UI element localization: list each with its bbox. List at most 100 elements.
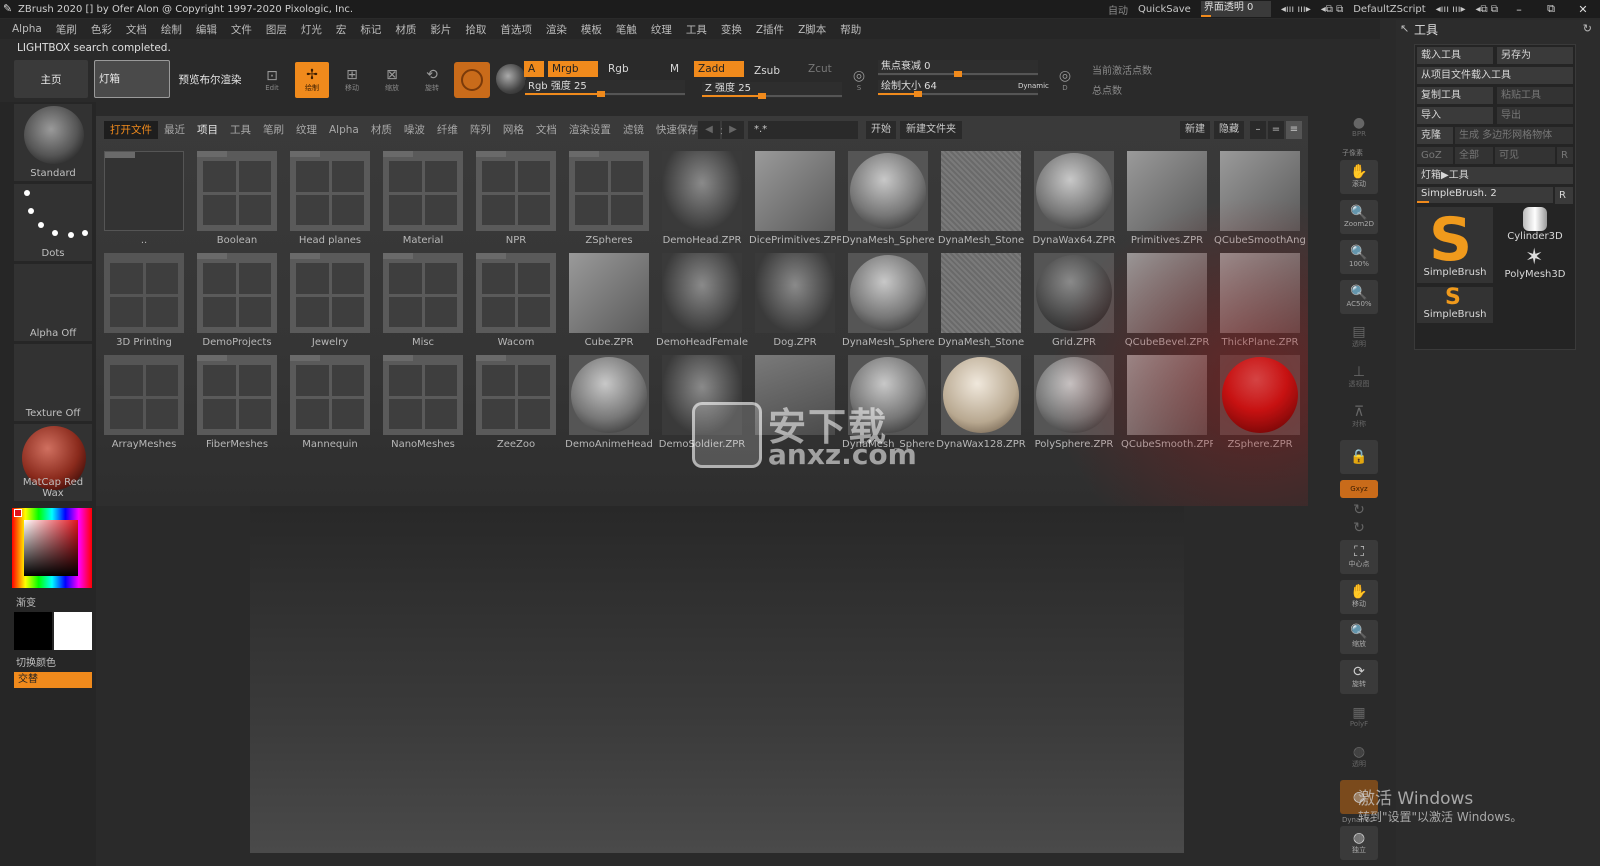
load-tool-button[interactable]: 载入工具 [1417,47,1493,64]
lightbox-item[interactable]: Misc [383,253,463,348]
export-button[interactable]: 导出 [1497,107,1573,124]
new-folder-button[interactable]: 新建文件夹 [900,121,962,139]
view-large-icon[interactable] [1304,121,1308,139]
lightbox-item[interactable]: PolySphere.ZPR [1034,355,1114,450]
document-canvas[interactable] [250,506,1184,853]
menu-item[interactable]: 笔刷 [56,22,77,37]
lightbox-tab[interactable]: Alpha [323,121,365,139]
view-small-icon[interactable]: – [1250,121,1266,139]
copy-tool-button[interactable]: 复制工具 [1417,87,1493,104]
switch-color-button[interactable]: 切换颜色 [16,654,56,669]
lightbox-tab[interactable]: 材质 [365,121,398,139]
lightbox-item[interactable]: Boolean [197,151,277,246]
lightbox-item[interactable]: DicePrimitives.ZPR [749,151,841,246]
menu-item[interactable]: 笔触 [616,22,637,37]
menu-item[interactable]: 标记 [360,22,381,37]
tool-slot-simplebrush-2[interactable]: S SimpleBrush [1417,285,1493,323]
bpr-preview-button[interactable]: 预览布尔渲染 [172,60,248,98]
lightbox-item[interactable]: FiberMeshes [197,355,277,450]
menu-item[interactable]: 文档 [126,22,147,37]
lightbox-tab[interactable]: 滤镜 [617,121,650,139]
lightbox-item[interactable]: DemoHeadFemale [656,253,748,348]
lightbox-tab[interactable]: 网格 [497,121,530,139]
lightbox-item[interactable]: 3D Printing [104,253,184,348]
symmetry-s-button[interactable]: ◎ S [844,62,874,98]
menu-item[interactable]: 变换 [721,22,742,37]
lightbox-item[interactable]: DemoHead.ZPR [662,151,742,246]
lightbox-item[interactable]: Cube.ZPR [569,253,649,348]
lightbox-item[interactable]: ZSpheres [569,151,649,246]
menu-item[interactable]: 首选项 [500,22,532,37]
next-page-icon[interactable]: ▶ [722,121,744,139]
paste-tool-button[interactable]: 粘贴工具 [1497,87,1573,104]
current-tool-r-button[interactable]: R [1555,187,1573,204]
alternate-toggle[interactable]: 交替 [14,672,92,688]
new-button[interactable]: 新建 [1180,121,1210,139]
transparent-button[interactable]: ▤ 透明 [1340,320,1378,354]
lightbox-item[interactable]: DynaMesh_Sphere [842,151,934,246]
gxyz-toggle[interactable]: Gxyz [1340,480,1378,498]
current-tool-slider[interactable]: SimpleBrush. 2 [1417,187,1553,203]
menu-item[interactable]: 编辑 [196,22,217,37]
move-view-button[interactable]: ✋ 移动 [1340,580,1378,614]
import-button[interactable]: 导入 [1417,107,1493,124]
lightbox-tab[interactable]: 项目 [191,121,224,139]
lightbox-item[interactable]: Grid.ZPR [1034,253,1114,348]
secondary-color-swatch[interactable] [54,612,92,650]
dynamic-toggle[interactable]: Dynamic [1014,78,1049,94]
lightbox-tab[interactable]: 文档 [530,121,563,139]
refresh-icon[interactable]: ↻ [1583,22,1592,35]
prev-page-icon[interactable]: ◀ [698,121,720,139]
edit-button[interactable]: ⊡ Edit [255,62,289,98]
close-icon[interactable]: ✕ [1572,3,1594,16]
layout-icon[interactable]: ◂⧉ ⧉ [1321,4,1343,15]
menu-item[interactable]: 渲染 [546,22,567,37]
restore-icon[interactable]: ⧉ [1540,2,1562,16]
zsub-toggle[interactable]: Zsub [750,63,796,79]
rotate-view-button[interactable]: ⟳ 旋转 [1340,660,1378,694]
lightbox-tab[interactable]: 纤维 [431,121,464,139]
color-picker[interactable] [12,508,92,588]
texture-slot[interactable]: Texture Off [14,344,92,421]
lightbox-item[interactable]: Material [383,151,463,246]
menu-item[interactable]: 帮助 [840,22,861,37]
lightbox-item[interactable]: Primitives.ZPR [1127,151,1207,246]
menu-item[interactable]: 模板 [581,22,602,37]
view-list-icon[interactable]: ≡ [1286,121,1302,139]
lightbox-item[interactable]: Head planes [290,151,370,246]
hide-button[interactable]: 隐藏 [1214,121,1244,139]
view-medium-icon[interactable]: = [1268,121,1284,139]
menu-item[interactable]: 拾取 [465,22,486,37]
rotate-axis-icon[interactable]: ↻ [1340,502,1378,518]
menu-item[interactable]: Z插件 [756,22,784,37]
lightbox-item[interactable]: Jewelry [290,253,370,348]
goz-all-button[interactable]: 全部 [1455,147,1493,164]
scroll-button[interactable]: ✋ 滚动 [1340,160,1378,194]
lightbox-item[interactable]: DynaWax64.ZPR [1032,151,1116,246]
a-toggle[interactable]: A [524,61,544,77]
lightbox-search-input[interactable]: *.* [748,121,858,139]
rotate-button[interactable]: ⟲ 旋转 [415,62,449,98]
menu-item[interactable]: Z脚本 [798,22,826,37]
lightbox-button[interactable]: 灯箱 [94,60,170,98]
lightbox-tab[interactable]: 快速保存 [650,121,704,139]
goz-visible-button[interactable]: 可见 [1495,147,1555,164]
menu-item[interactable]: 纹理 [651,22,672,37]
mrgb-toggle[interactable]: Mrgb [548,61,598,77]
clone-button[interactable]: 克隆 [1417,127,1453,144]
lightbox-tab[interactable]: 打开文件 [104,121,158,139]
lightbox-item[interactable]: ArrayMeshes [104,355,184,450]
half-size-button[interactable]: 🔍 AC50% [1340,280,1378,314]
rotate-axis-2-icon[interactable]: ↻ [1340,520,1378,536]
polyframe-button[interactable]: ▦ PolyF [1340,700,1378,734]
lightbox-tab[interactable]: 最近 [158,121,191,139]
lightbox-item[interactable]: DemoAnimeHead [565,355,653,450]
lightbox-item[interactable]: Dog.ZPR [755,253,835,348]
lightbox-item[interactable]: .. [104,151,184,246]
scale-view-button[interactable]: 🔍 缩放 [1340,620,1378,654]
lightbox-item[interactable]: QCubeBevel.ZPR [1125,253,1209,348]
stroke-slot[interactable]: Dots [14,184,92,261]
menu-item[interactable]: 文件 [231,22,252,37]
lightbox-item[interactable]: DynaMesh_Stone [938,253,1024,348]
menu-item[interactable]: 宏 [336,22,347,37]
